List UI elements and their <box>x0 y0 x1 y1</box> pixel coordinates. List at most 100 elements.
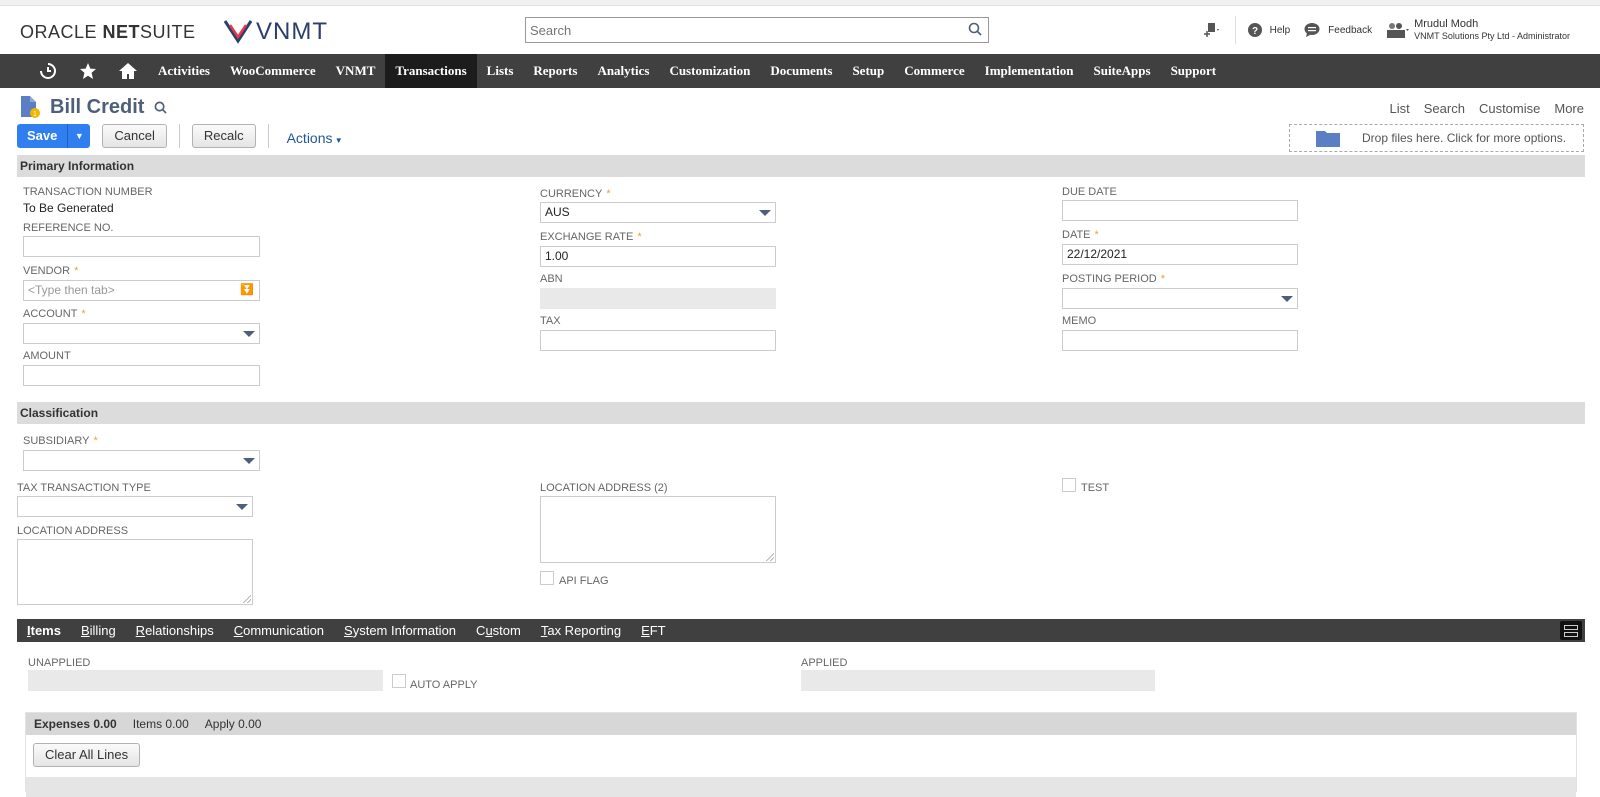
users-icon <box>1387 23 1410 38</box>
favorites-star-icon[interactable] <box>68 54 108 88</box>
location-address-textarea[interactable] <box>17 539 253 605</box>
double-chevron-down-icon[interactable]: ⏬ <box>240 281 254 300</box>
nav-transactions[interactable]: Transactions <box>385 54 477 88</box>
tab-relationships[interactable]: Relationships <box>136 623 214 638</box>
subsidiary-select[interactable] <box>23 450 260 471</box>
applied-label: APPLIED <box>801 657 848 669</box>
reference-no-field[interactable] <box>23 236 260 257</box>
dropdown-arrow-icon <box>759 210 771 216</box>
nav-woocommerce[interactable]: WooCommerce <box>220 54 326 88</box>
view-toggle-icon[interactable] <box>1560 621 1582 640</box>
nav-reports[interactable]: Reports <box>523 54 587 88</box>
memo-label: MEMO <box>1062 315 1097 327</box>
posting-period-select[interactable] <box>1062 288 1298 309</box>
dropdown-arrow-icon <box>243 331 255 337</box>
save-options-dropdown[interactable]: ▼ <box>68 124 90 148</box>
exchange-rate-field[interactable]: 1.00 <box>540 246 776 267</box>
help-link[interactable]: ? Help <box>1247 23 1290 37</box>
nav-setup[interactable]: Setup <box>842 54 894 88</box>
tab-custom[interactable]: Custom <box>476 623 521 638</box>
divider <box>1234 16 1236 44</box>
vendor-field[interactable]: <Type then tab> ⏬ <box>23 280 260 301</box>
page-title: Bill Credit <box>50 95 145 118</box>
section-primary-information[interactable]: Primary Information <box>17 155 1585 177</box>
recalc-button[interactable]: Recalc <box>191 124 256 148</box>
home-icon[interactable] <box>108 54 148 88</box>
oracle-netsuite-logo[interactable]: ORACLE NETSUITE <box>20 22 196 43</box>
nav-vnmt[interactable]: VNMT <box>326 54 386 88</box>
chevron-down-icon: ▼ <box>332 136 343 145</box>
search-icon[interactable] <box>154 101 168 114</box>
cancel-button[interactable]: Cancel <box>102 124 167 148</box>
api-flag-label: API FLAG <box>559 575 609 587</box>
location-address-2-textarea[interactable] <box>540 496 776 563</box>
account-select[interactable] <box>23 323 260 344</box>
exchange-rate-label: EXCHANGE RATE * <box>540 231 642 243</box>
due-date-field[interactable] <box>1062 200 1298 221</box>
search-icon[interactable] <box>968 22 982 39</box>
nav-activities[interactable]: Activities <box>148 54 220 88</box>
global-header: ORACLE NETSUITE VNMT ?Help Feedback Mrud… <box>0 6 1600 54</box>
nav-support[interactable]: Support <box>1161 54 1227 88</box>
abn-field <box>540 288 776 309</box>
auto-apply-checkbox[interactable] <box>392 674 406 688</box>
tab-communication[interactable]: Communication <box>234 623 324 638</box>
location-address-2-label: LOCATION ADDRESS (2) <box>540 482 668 494</box>
nav-lists[interactable]: Lists <box>477 54 524 88</box>
unapplied-field <box>28 670 383 691</box>
memo-field[interactable] <box>1062 330 1298 351</box>
api-flag-checkbox[interactable] <box>540 571 554 585</box>
location-address-label: LOCATION ADDRESS <box>17 525 129 537</box>
resize-handle[interactable] <box>766 553 774 561</box>
amount-field[interactable] <box>23 365 260 386</box>
search-input[interactable] <box>526 18 946 42</box>
items-lines-tab[interactable]: Items 0.00 <box>133 717 189 731</box>
nav-commerce[interactable]: Commerce <box>894 54 974 88</box>
sublist-header-row <box>26 777 1576 797</box>
file-drop-zone[interactable]: Drop files here. Click for more options. <box>1289 124 1584 152</box>
nav-implementation[interactable]: Implementation <box>975 54 1084 88</box>
feedback-link[interactable]: Feedback <box>1304 23 1372 37</box>
roles-menu[interactable] <box>1386 22 1410 38</box>
clear-all-lines-button[interactable]: Clear All Lines <box>33 743 141 767</box>
tab-system-information[interactable]: System Information <box>344 623 456 638</box>
record-links: List Search Customise More <box>1390 101 1584 116</box>
date-field[interactable]: 22/12/2021 <box>1062 244 1298 265</box>
global-search[interactable] <box>525 17 989 43</box>
recent-records-icon[interactable] <box>28 54 68 88</box>
create-new-menu[interactable] <box>1203 22 1221 38</box>
user-info[interactable]: Mrudul Modh VNMT Solutions Pty Ltd - Adm… <box>1414 18 1570 42</box>
search-link[interactable]: Search <box>1424 101 1465 116</box>
tax-transaction-type-select[interactable] <box>17 496 253 517</box>
customise-link[interactable]: Customise <box>1479 101 1540 116</box>
list-link[interactable]: List <box>1390 101 1410 116</box>
subsidiary-label: SUBSIDIARY * <box>23 435 98 447</box>
divider <box>267 124 269 148</box>
tab-items[interactable]: Items <box>27 623 61 638</box>
nav-documents[interactable]: Documents <box>760 54 842 88</box>
more-link[interactable]: More <box>1554 101 1584 116</box>
create-new-icon <box>1203 23 1219 37</box>
dropdown-arrow-icon <box>1281 296 1293 302</box>
expenses-tab[interactable]: Expenses 0.00 <box>34 717 117 731</box>
save-button[interactable]: Save <box>17 124 69 148</box>
tab-eft[interactable]: EFT <box>641 623 666 638</box>
folder-icon <box>1316 131 1340 147</box>
tax-label: TAX <box>540 315 561 327</box>
tab-billing[interactable]: Billing <box>81 623 116 638</box>
nav-customization[interactable]: Customization <box>659 54 760 88</box>
account-label: ACCOUNT * <box>23 308 86 320</box>
currency-select[interactable]: AUS <box>540 202 776 223</box>
test-checkbox[interactable] <box>1062 478 1076 492</box>
resize-handle[interactable] <box>243 595 251 603</box>
nav-suiteapps[interactable]: SuiteApps <box>1083 54 1160 88</box>
actions-menu[interactable]: Actions ▼ <box>287 130 343 146</box>
section-classification[interactable]: Classification <box>17 402 1585 424</box>
tab-tax-reporting[interactable]: Tax Reporting <box>541 623 621 638</box>
tax-field[interactable] <box>540 330 776 351</box>
apply-tab[interactable]: Apply 0.00 <box>205 717 262 731</box>
save-button-group: Save ▼ <box>17 124 91 148</box>
nav-analytics[interactable]: Analytics <box>587 54 659 88</box>
auto-apply-label: AUTO APPLY <box>410 679 478 691</box>
transaction-number-value: To Be Generated <box>23 201 114 215</box>
